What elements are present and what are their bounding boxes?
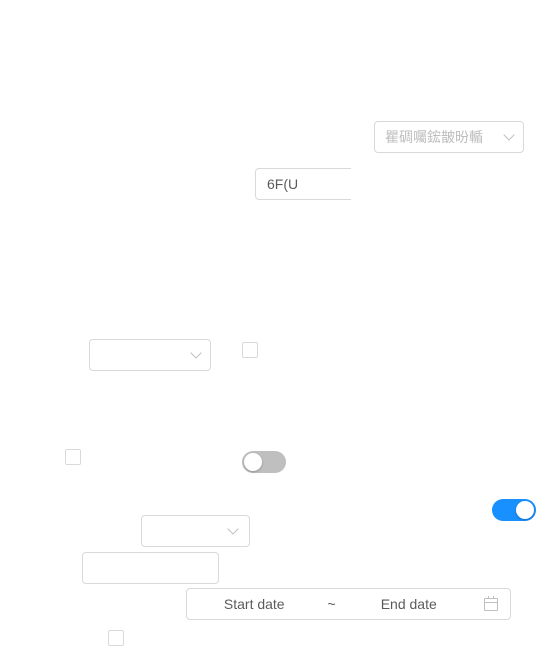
empty-input[interactable] xyxy=(82,552,219,584)
top-select-placeholder: 瞿碉囑鋐皵昐輴 xyxy=(385,129,483,145)
checkbox-2[interactable] xyxy=(65,449,81,465)
calendar-icon xyxy=(484,595,498,611)
text-input[interactable]: 6F(U xyxy=(255,168,351,200)
switch-knob xyxy=(516,501,534,519)
checkbox-3[interactable] xyxy=(108,630,124,646)
toggle-switch-off[interactable] xyxy=(242,451,286,473)
date-range-separator: ~ xyxy=(327,596,336,612)
select-1[interactable] xyxy=(89,339,211,371)
chevron-down-icon xyxy=(227,523,239,535)
switch-knob xyxy=(244,453,262,471)
toggle-switch-on[interactable] xyxy=(492,499,536,521)
checkbox-1[interactable] xyxy=(242,342,258,358)
date-range-picker[interactable]: Start date ~ End date xyxy=(186,588,511,620)
start-date-input[interactable]: Start date xyxy=(187,596,322,612)
text-input-clip: 6F(U xyxy=(255,168,351,200)
text-input-value: 6F(U xyxy=(267,176,299,192)
select-2[interactable] xyxy=(141,515,250,547)
top-select[interactable]: 瞿碉囑鋐皵昐輴 xyxy=(374,121,524,153)
chevron-down-icon xyxy=(503,129,515,141)
chevron-down-icon xyxy=(190,347,202,359)
end-date-input[interactable]: End date xyxy=(342,596,477,612)
